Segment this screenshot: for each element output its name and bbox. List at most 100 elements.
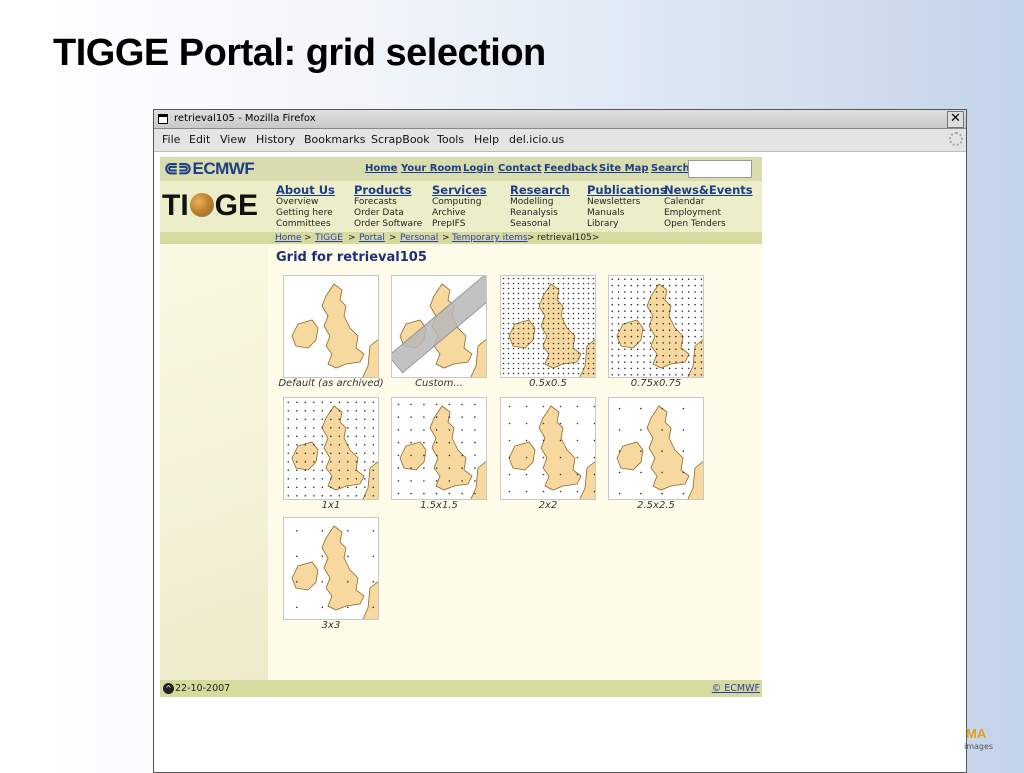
nav-sub-item[interactable]: Reanalysis [510, 208, 570, 219]
nav-sub-item[interactable]: Library [587, 219, 667, 230]
grid-point [578, 323, 580, 325]
nav-services[interactable]: Services [432, 183, 487, 197]
grid-point [449, 493, 451, 495]
grid-point [618, 317, 620, 319]
nav-news-events[interactable]: News&Events [664, 183, 753, 197]
nav-sub-item[interactable]: Seasonal [510, 219, 570, 230]
menu-help[interactable]: Help [474, 129, 499, 151]
grid-point [669, 310, 671, 312]
grid-point [688, 361, 690, 363]
grid-point [548, 313, 550, 315]
web-page: ⋐⋑ECMWF Home Your Room Login Contact Fee… [160, 157, 762, 697]
menu-delicious[interactable]: del.icio.us [509, 129, 564, 151]
nav-sub-item[interactable]: Manuals [587, 208, 667, 219]
grid-point [573, 373, 575, 375]
menu-view[interactable]: View [220, 129, 246, 151]
grid-point [528, 338, 530, 340]
grid-option-thumbnail[interactable] [283, 275, 379, 378]
menu-tools[interactable]: Tools [437, 129, 464, 151]
topnav-home[interactable]: Home [365, 163, 397, 174]
up-arrow-icon[interactable]: ^ [163, 683, 174, 694]
grid-option-thumbnail[interactable] [391, 397, 487, 500]
nav-sub-item[interactable]: Order Software [354, 219, 422, 230]
grid-point [583, 338, 585, 340]
grid-point [548, 338, 550, 340]
nav-sub-item[interactable]: Committees [276, 219, 335, 230]
close-icon[interactable]: ✕ [947, 111, 964, 128]
window-menu-icon[interactable] [158, 114, 168, 124]
grid-point [523, 303, 525, 305]
landmass-shape [292, 442, 318, 470]
grid-option-thumbnail[interactable] [283, 517, 379, 620]
grid-point [533, 308, 535, 310]
menu-bookmarks[interactable]: Bookmarks [304, 129, 365, 151]
topnav-feedback[interactable]: Feedback [544, 163, 598, 174]
nav-sub-item[interactable]: Newsletters [587, 197, 667, 208]
menu-file[interactable]: File [162, 129, 180, 151]
grid-point [568, 303, 570, 305]
topnav-contact[interactable]: Contact [498, 163, 542, 174]
grid-point [523, 313, 525, 315]
grid-point [288, 495, 290, 497]
nav-sub-item[interactable]: Order Data [354, 208, 422, 219]
nav-sub-item[interactable]: Forecasts [354, 197, 422, 208]
grid-point [347, 607, 349, 609]
grid-point [322, 495, 324, 497]
nav-publications[interactable]: Publications [587, 183, 667, 197]
grid-point [583, 298, 585, 300]
menu-edit[interactable]: Edit [189, 129, 210, 151]
nav-sub-item[interactable]: Employment [664, 208, 753, 219]
breadcrumb-temporary-items[interactable]: Temporary items [452, 232, 528, 244]
topnav-site-map[interactable]: Site Map [599, 163, 649, 174]
grid-point [553, 308, 555, 310]
grid-point [578, 298, 580, 300]
breadcrumb-home[interactable]: Home [275, 232, 302, 244]
ecmwf-logo[interactable]: ⋐⋑ECMWF [164, 159, 254, 179]
grid-point [650, 368, 652, 370]
topnav-search[interactable]: Search [651, 163, 690, 174]
grid-point [643, 368, 645, 370]
grid-point [588, 328, 590, 330]
grid-point [593, 303, 595, 305]
nav-sub-item[interactable]: Overview [276, 197, 335, 208]
grid-option-thumbnail[interactable] [608, 397, 704, 500]
menu-history[interactable]: History [256, 129, 295, 151]
grid-point [508, 373, 510, 375]
breadcrumb-personal[interactable]: Personal [400, 232, 438, 244]
grid-point [701, 368, 703, 370]
nav-sub-item[interactable]: Modelling [510, 197, 570, 208]
nav-sub-item[interactable]: Open Tenders [664, 219, 753, 230]
nav-sub-item[interactable]: PrepIFS [432, 219, 487, 230]
nav-sub-item[interactable]: Archive [432, 208, 487, 219]
search-input[interactable] [688, 160, 752, 178]
grid-option-thumbnail[interactable] [500, 275, 596, 378]
grid-point [339, 495, 341, 497]
grid-option-thumbnail[interactable] [500, 397, 596, 500]
topnav-login[interactable]: Login [463, 163, 494, 174]
grid-point [538, 293, 540, 295]
breadcrumb-tigge[interactable]: TIGGE [315, 232, 343, 244]
nav-about-us[interactable]: About Us [276, 183, 335, 197]
nav-sub-item[interactable]: Computing [432, 197, 487, 208]
grid-point [618, 323, 620, 325]
grid-point [513, 283, 515, 285]
topnav-your-room[interactable]: Your Room [401, 163, 462, 174]
tigge-logo[interactable]: TIGE [162, 189, 258, 223]
grid-point [538, 318, 540, 320]
nav-sub-item[interactable]: Getting here [276, 208, 335, 219]
grid-point [528, 343, 530, 345]
grid-option-thumbnail[interactable] [391, 275, 487, 378]
grid-point [356, 402, 358, 404]
breadcrumb-portal[interactable]: Portal [359, 232, 385, 244]
nav-research[interactable]: Research [510, 183, 570, 197]
grid-point [631, 285, 633, 287]
footer-copyright-link[interactable]: © ECMWF [712, 680, 760, 697]
grid-option-thumbnail[interactable] [283, 397, 379, 500]
grid-option-thumbnail[interactable] [608, 275, 704, 378]
nav-products[interactable]: Products [354, 183, 422, 197]
grid-point [662, 355, 664, 357]
grid-point [474, 455, 476, 457]
grid-point [553, 363, 555, 365]
nav-sub-item[interactable]: Calendar [664, 197, 753, 208]
menu-scrapbook[interactable]: ScrapBook [371, 129, 430, 151]
